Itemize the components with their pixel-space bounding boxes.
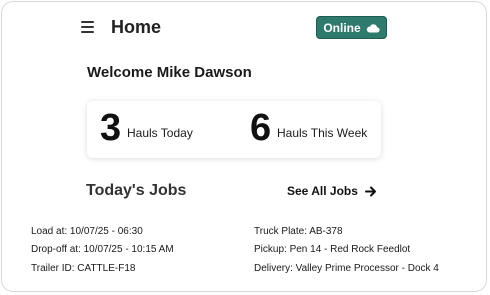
online-status-badge: Online xyxy=(316,16,387,39)
trailer-id-text: Trailer ID: CATTLE-F18 xyxy=(31,263,136,274)
see-all-jobs-label: See All Jobs xyxy=(287,184,358,198)
hauls-week-label: Hauls This Week xyxy=(277,126,368,140)
delivery-text: Delivery: Valley Prime Processor - Dock … xyxy=(254,263,439,274)
todays-jobs-heading: Today's Jobs xyxy=(86,182,187,199)
pickup-text: Pickup: Pen 14 - Red Rock Feedlot xyxy=(254,244,411,255)
haul-stats-card: 3 Hauls Today 6 Hauls This Week xyxy=(87,101,381,158)
drop-off-at-text: Drop-off at: 10/07/25 - 10:15 AM xyxy=(31,244,174,255)
cloud-icon xyxy=(366,23,380,32)
truck-plate-text: Truck Plate: AB-378 xyxy=(254,226,343,237)
page-title: Home xyxy=(111,17,162,37)
hauls-week-count: 6 xyxy=(250,107,272,149)
arrow-right-icon xyxy=(364,186,376,196)
status-label: Online xyxy=(323,20,361,35)
hauls-today-label: Hauls Today xyxy=(127,126,193,140)
hauls-today-count: 3 xyxy=(100,107,122,149)
see-all-jobs-link[interactable]: See All Jobs xyxy=(287,184,377,198)
hamburger-menu-icon[interactable] xyxy=(81,21,94,33)
welcome-message: Welcome Mike Dawson xyxy=(87,64,252,81)
load-at-text: Load at: 10/07/25 - 06:30 xyxy=(31,226,143,237)
